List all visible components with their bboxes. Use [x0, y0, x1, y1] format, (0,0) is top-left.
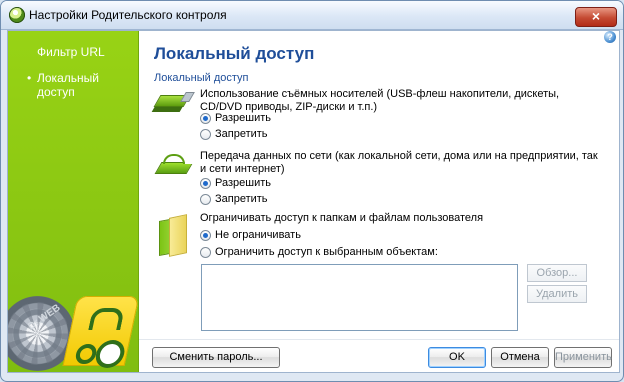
radio-label: Разрешить [215, 177, 271, 189]
radio-label: Запретить [215, 193, 268, 205]
sidebar-item-label: Фильтр URL [37, 45, 105, 59]
network-device-icon [155, 150, 191, 184]
radio-label: Ограничить доступ к выбранным объектам: [215, 246, 438, 258]
radio-circle [200, 113, 211, 124]
brand-logo: Dr.WEB [8, 284, 138, 372]
divider [139, 339, 619, 340]
browse-button[interactable]: Обзор... [527, 264, 587, 282]
folders-description: Ограничивать доступ к папкам и файлам по… [200, 212, 484, 224]
title-bar: Настройки Родительского контроля × [1, 1, 623, 30]
cancel-button[interactable]: Отмена [491, 347, 549, 368]
ok-button[interactable]: OK [428, 347, 486, 368]
sidebar: Фильтр URL • Локальный доступ Dr.WEB [8, 31, 139, 372]
radio-label: Разрешить [215, 112, 271, 124]
apply-button[interactable]: Применить [554, 347, 612, 368]
sidebar-item-local-access[interactable]: • Локальный доступ [8, 71, 138, 99]
radio-circle [200, 178, 211, 189]
stroller-icon [62, 296, 138, 366]
client-area: Фильтр URL • Локальный доступ Dr.WEB ? Л… [7, 30, 620, 373]
radio-circle [200, 230, 211, 241]
change-password-button[interactable]: Сменить пароль... [152, 347, 280, 368]
radio-circle [200, 247, 211, 258]
sidebar-item-url-filter[interactable]: Фильтр URL [8, 45, 138, 65]
section-title: Локальный доступ [154, 72, 249, 84]
main-panel: ? Локальный доступ Локальный доступ Испо… [139, 31, 619, 372]
network-description: Передача данных по сети (как локальной с… [200, 150, 598, 175]
settings-window: Настройки Родительского контроля × Фильт… [0, 0, 624, 382]
radio-circle [200, 129, 211, 140]
radio-circle [200, 194, 211, 205]
help-icon[interactable]: ? [604, 31, 616, 43]
radio-label: Запретить [215, 128, 268, 140]
folder-icon [155, 214, 191, 256]
usb-description: Использование съёмных носителей (USB-фле… [200, 88, 560, 113]
app-icon [9, 7, 25, 23]
radio-label: Не ограничивать [215, 229, 301, 241]
window-title: Настройки Родительского контроля [29, 8, 227, 22]
remove-button[interactable]: Удалить [527, 285, 587, 303]
sidebar-item-label: Локальный доступ [37, 71, 99, 99]
usb-drive-icon [155, 85, 191, 119]
sidebar-bullet-local-access: • [27, 71, 32, 85]
page-title: Локальный доступ [154, 44, 315, 63]
selected-objects-list[interactable] [201, 264, 518, 331]
close-button[interactable]: × [575, 7, 617, 27]
